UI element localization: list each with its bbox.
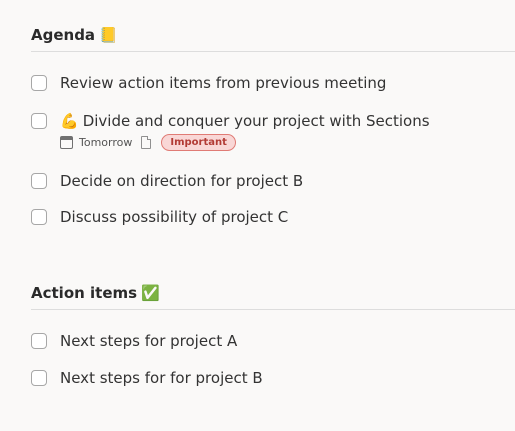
task-item[interactable]: Review action items from previous meetin… — [31, 74, 386, 92]
task-content[interactable]: Decide on direction for project B — [60, 172, 303, 190]
task-checkbox[interactable] — [31, 333, 47, 349]
section-agenda: Agenda 📒 Review action items from previo… — [31, 24, 515, 226]
task-item[interactable]: Next steps for project A — [31, 332, 237, 350]
notebook-icon: 📒 — [99, 26, 118, 44]
task-checkbox[interactable] — [31, 370, 47, 386]
task-checkbox[interactable] — [31, 113, 47, 129]
project-board: Agenda 📒 Review action items from previo… — [0, 0, 515, 431]
section-header-action-items[interactable]: Action items ✅ — [31, 282, 515, 310]
section-title: Agenda — [31, 26, 96, 44]
task-checkbox[interactable] — [31, 209, 47, 225]
task-content[interactable]: Next steps for for project B — [60, 369, 263, 387]
task-content[interactable]: Review action items from previous meetin… — [60, 74, 386, 92]
task-text: Divide and conquer your project with Sec… — [82, 112, 430, 130]
due-date[interactable]: Tomorrow — [79, 136, 132, 149]
task-checkbox[interactable] — [31, 173, 47, 189]
task-item[interactable]: Discuss possibility of project C — [31, 208, 288, 226]
task-item[interactable]: 💪 Divide and conquer your project with Se… — [31, 112, 430, 151]
section-action-items: Action items ✅ Next steps for project A … — [31, 282, 515, 387]
task-content[interactable]: Discuss possibility of project C — [60, 208, 288, 226]
task-checkbox[interactable] — [31, 75, 47, 91]
calendar-icon — [60, 135, 73, 149]
flexed-biceps-icon: 💪 — [60, 112, 79, 130]
section-header-agenda[interactable]: Agenda 📒 — [31, 24, 515, 52]
task-content[interactable]: 💪 Divide and conquer your project with Se… — [60, 112, 430, 130]
label-badge-important[interactable]: Important — [161, 133, 236, 151]
note-icon[interactable] — [141, 135, 152, 149]
check-mark-icon: ✅ — [141, 284, 160, 302]
section-title: Action items — [31, 284, 138, 302]
task-item[interactable]: Decide on direction for project B — [31, 172, 303, 190]
task-content[interactable]: Next steps for project A — [60, 332, 237, 350]
task-item[interactable]: Next steps for for project B — [31, 369, 263, 387]
task-meta: Tomorrow Important — [60, 133, 430, 151]
